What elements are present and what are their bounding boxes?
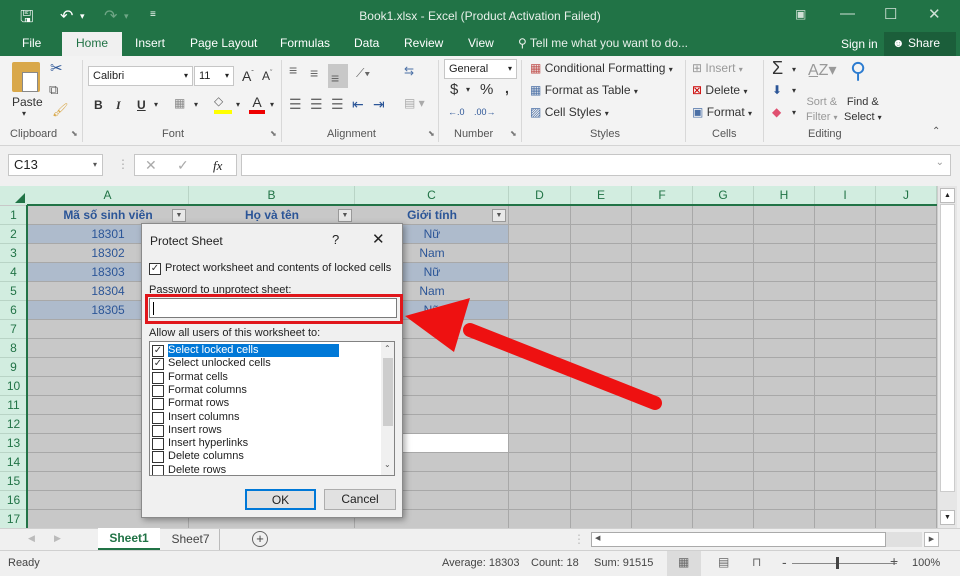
arrow-head [405,298,470,352]
arrow-shaft [463,323,662,410]
red-arrow-annotation [405,298,662,410]
